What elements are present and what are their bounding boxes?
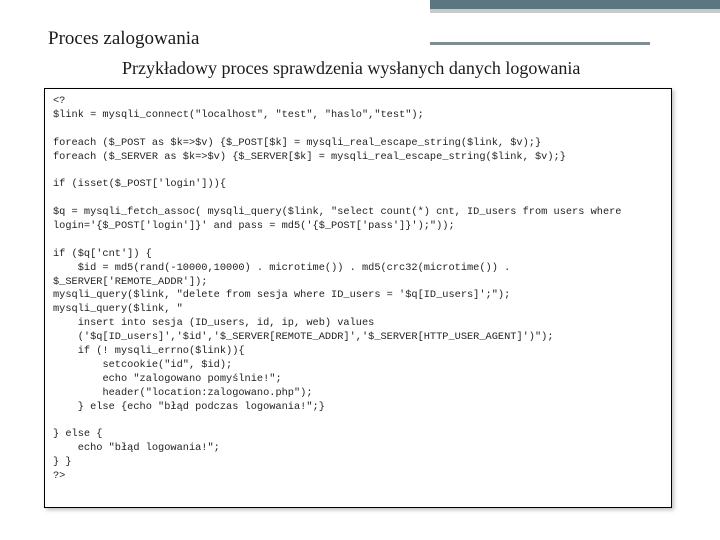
slide: Proces zalogowania Przykładowy proces sp… <box>0 0 720 540</box>
code-content: <? $link = mysqli_connect("localhost", "… <box>53 95 663 484</box>
stripe-dark <box>430 0 720 9</box>
page-subtitle: Przykładowy proces sprawdzenia wysłanych… <box>122 58 580 79</box>
code-block: <? $link = mysqli_connect("localhost", "… <box>44 88 672 508</box>
stripe-light <box>430 9 720 13</box>
accent-line <box>430 42 650 45</box>
page-title: Proces zalogowania <box>48 28 199 50</box>
header-decoration <box>0 0 720 18</box>
